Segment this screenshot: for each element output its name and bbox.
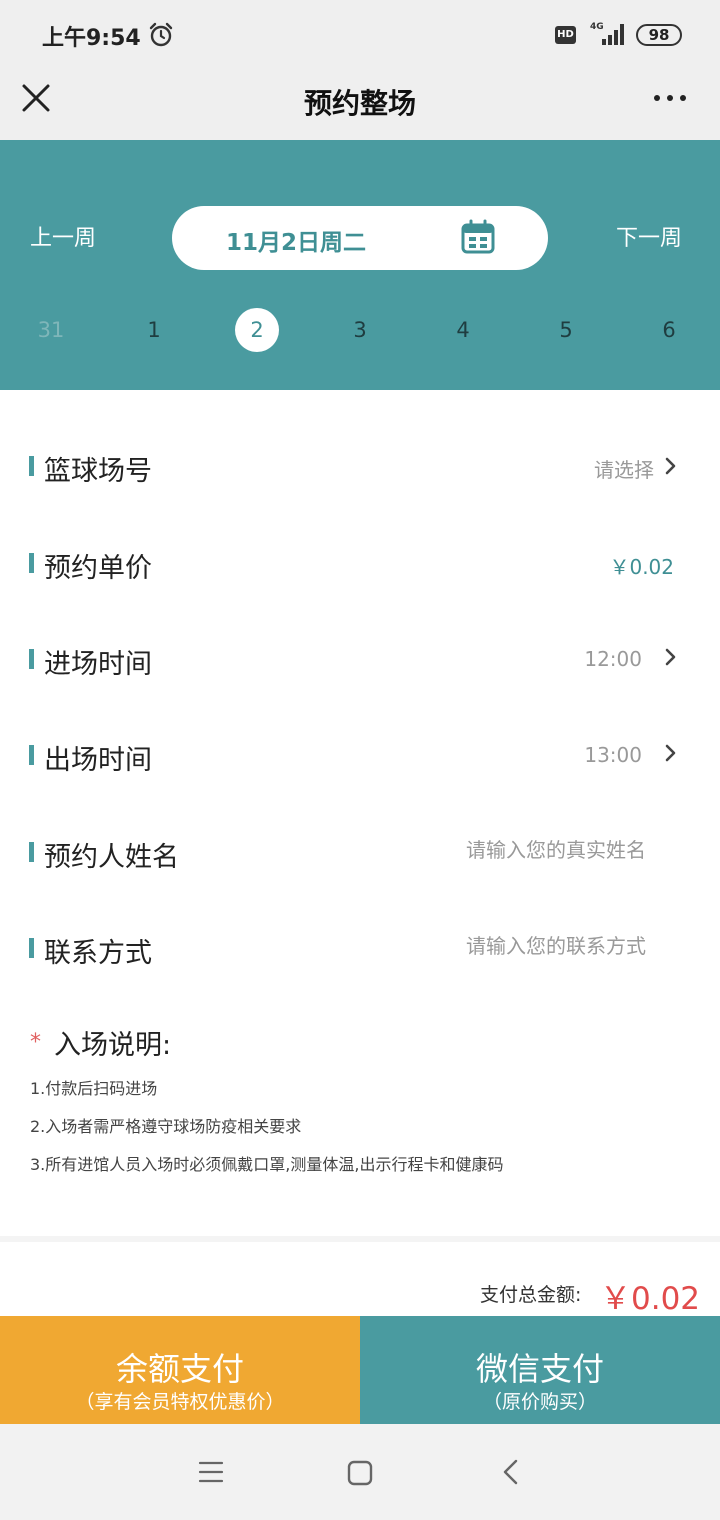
label-accent (29, 553, 34, 573)
exit-time-value: 13:00 (584, 743, 642, 767)
day-item[interactable]: 31 (29, 308, 73, 352)
status-time: 上午9:54 (42, 26, 141, 51)
status-bar: 上午9:54 HD 4G 98 (0, 0, 720, 66)
signal-icon: 4G (590, 22, 624, 45)
instruction-line: 2.入场者需严格遵守球场防疫相关要求 (30, 1117, 302, 1136)
entry-time-row[interactable]: 进场时间 12:00 (0, 611, 720, 707)
total-amount: ￥0.02 (600, 1281, 701, 1317)
back-icon[interactable] (500, 1458, 522, 1486)
instruction-line: 3.所有进馆人员入场时必须佩戴口罩,测量体温,出示行程卡和健康码 (30, 1155, 504, 1174)
exit-time-row[interactable]: 出场时间 13:00 (0, 707, 720, 803)
wechat-pay-subtitle: （原价购买） (482, 1391, 597, 1413)
more-icon[interactable] (650, 88, 690, 108)
next-week-button[interactable]: 下一周 (616, 220, 682, 252)
court-select-row[interactable]: 篮球场号 请选择 (0, 418, 720, 514)
alarm-icon (149, 22, 173, 47)
instruction-line: 1.付款后扫码进场 (30, 1079, 158, 1098)
contact-input[interactable] (386, 934, 646, 958)
day-item[interactable]: 1 (132, 308, 176, 352)
nav-bar: 预约整场 (0, 66, 720, 140)
instructions-title: 入场说明: (54, 1030, 172, 1061)
balance-pay-button[interactable]: 余额支付 （享有会员特权优惠价） (0, 1316, 360, 1424)
current-date: 11月2日周二 (226, 230, 367, 256)
date-picker-button[interactable]: 11月2日周二 (172, 206, 548, 270)
page-title: 预约整场 (303, 87, 416, 120)
label-accent (29, 456, 34, 476)
divider (0, 1236, 720, 1242)
name-row: 预约人姓名 (0, 804, 720, 900)
label-accent (29, 745, 34, 765)
label-accent (29, 842, 34, 862)
day-item[interactable]: 4 (441, 308, 485, 352)
entry-time-value: 12:00 (584, 647, 642, 671)
court-value: 请选择 (594, 458, 654, 482)
home-icon[interactable] (347, 1460, 373, 1486)
prev-week-button[interactable]: 上一周 (30, 220, 96, 252)
name-label: 预约人姓名 (44, 842, 179, 873)
total-label: 支付总金额: (480, 1284, 582, 1306)
label-accent (29, 649, 34, 669)
contact-row: 联系方式 (0, 900, 720, 996)
contact-label: 联系方式 (44, 938, 152, 969)
day-row: 31 1 2 3 4 5 6 (0, 308, 720, 352)
network-type: 4G (590, 22, 604, 32)
chevron-right-icon (665, 744, 676, 762)
chevron-right-icon (665, 648, 676, 666)
date-selector: 上一周 11月2日周二 下一周 31 1 2 3 4 5 6 (0, 140, 720, 390)
menu-icon[interactable] (198, 1460, 224, 1484)
unit-price-label: 预约单价 (44, 553, 152, 584)
balance-pay-title: 余额支付 (115, 1350, 244, 1388)
day-item-selected[interactable]: 2 (235, 308, 279, 352)
label-accent (29, 938, 34, 958)
system-nav-bar (0, 1424, 720, 1520)
unit-price-row: 预约单价 ￥0.02 (0, 515, 720, 611)
wechat-pay-button[interactable]: 微信支付 （原价购买） (360, 1316, 720, 1424)
day-item[interactable]: 5 (544, 308, 588, 352)
exit-time-label: 出场时间 (44, 745, 152, 776)
wechat-pay-title: 微信支付 (475, 1350, 604, 1388)
hd-badge: HD (555, 26, 576, 44)
day-item[interactable]: 3 (338, 308, 382, 352)
calendar-icon (461, 219, 495, 254)
entry-time-label: 进场时间 (44, 649, 152, 680)
required-star: * (30, 1030, 41, 1055)
chevron-right-icon (665, 457, 676, 475)
balance-pay-subtitle: （享有会员特权优惠价） (75, 1391, 285, 1413)
battery-indicator: 98 (636, 24, 682, 46)
unit-price-value: ￥0.02 (609, 555, 674, 579)
name-input[interactable] (386, 838, 646, 862)
day-item[interactable]: 6 (647, 308, 691, 352)
court-label: 篮球场号 (44, 456, 152, 487)
